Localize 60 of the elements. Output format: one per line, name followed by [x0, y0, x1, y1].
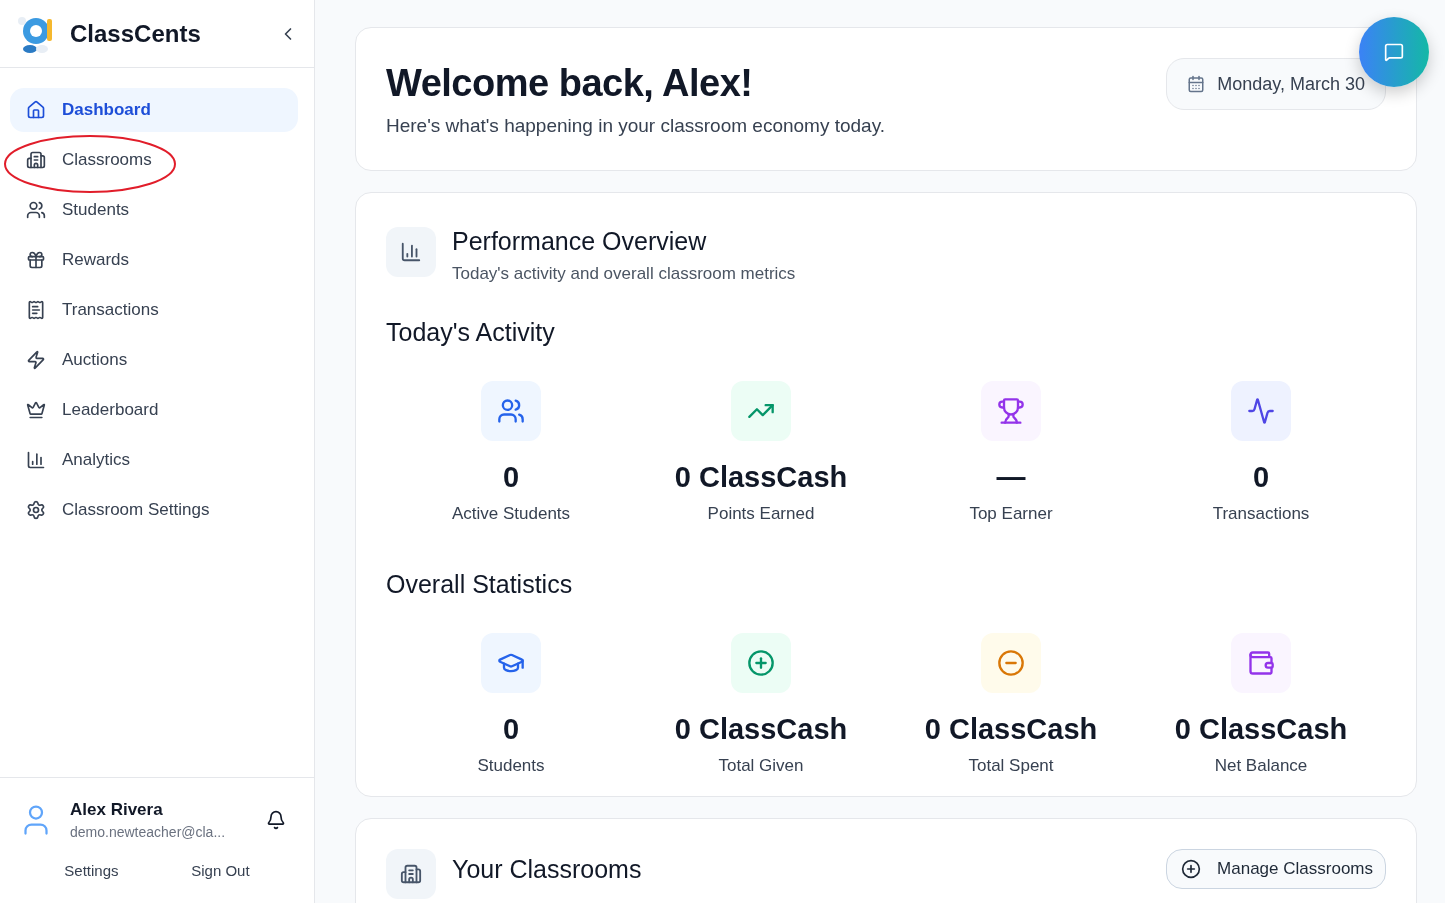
- settings-icon: [26, 500, 46, 520]
- bar-chart-icon: [26, 450, 46, 470]
- nav-item[interactable]: Students: [10, 188, 298, 232]
- nav-item[interactable]: Classrooms: [10, 138, 298, 182]
- footer-link[interactable]: Settings: [64, 862, 119, 879]
- stat-value: 0 ClassCash: [674, 461, 848, 494]
- stat-label: Net Balance: [1214, 756, 1308, 776]
- users-icon: [497, 397, 525, 425]
- date-chip: Monday, March 30: [1166, 58, 1386, 110]
- user-email: demo.newteacher@cla...: [70, 824, 227, 840]
- user-name: Alex Rivera: [70, 800, 164, 820]
- plus-circle-icon: [1181, 859, 1202, 879]
- building-icon: [26, 150, 46, 170]
- stat-label: Total Given: [718, 756, 804, 776]
- section-subtitle: Today's activity and overall classroom metrics: [452, 264, 796, 284]
- stat-label: Top Earner: [969, 504, 1053, 524]
- stat-value: 0: [1252, 461, 1270, 494]
- activity-icon: [1247, 397, 1275, 425]
- chat-icon: [1384, 42, 1404, 62]
- nav-item[interactable]: Classroom Settings: [10, 488, 298, 532]
- nav-item[interactable]: Analytics: [10, 438, 298, 482]
- wallet-icon: [1247, 649, 1275, 677]
- notification-bell-icon[interactable]: [266, 810, 286, 830]
- building-icon: [400, 863, 422, 885]
- nav-item[interactable]: Leaderboard: [10, 388, 298, 432]
- stat-label: Transactions: [1212, 504, 1310, 524]
- footer-link[interactable]: Sign Out: [191, 862, 250, 879]
- calendar-icon: [1187, 75, 1206, 93]
- stat-value: 0 ClassCash: [674, 713, 848, 746]
- manage-classrooms-button[interactable]: Manage Classrooms: [1166, 849, 1386, 889]
- stat-value: 0 ClassCash: [1174, 713, 1348, 746]
- welcome-title: Welcome back, Alex!: [386, 61, 754, 105]
- section-title: Performance Overview: [452, 227, 708, 256]
- bar-chart-icon: [400, 241, 422, 263]
- stat-label: Active Students: [451, 504, 571, 524]
- nav-item[interactable]: Rewards: [10, 238, 298, 282]
- stat-value: 0 ClassCash: [924, 713, 1098, 746]
- minus-circle-icon: [997, 649, 1025, 677]
- stat-value: 0: [502, 461, 520, 494]
- brand-name: ClassCents: [70, 19, 202, 48]
- nav-item[interactable]: Auctions: [10, 338, 298, 382]
- subsection-title: Today's Activity: [386, 318, 556, 347]
- welcome-subtitle: Here's what's happening in your classroom economy today.: [386, 114, 887, 137]
- stat-label: Points Earned: [707, 504, 815, 524]
- subsection-title: Overall Statistics: [386, 570, 574, 599]
- stat-label: Total Spent: [968, 756, 1054, 776]
- stat-label: Students: [477, 756, 545, 776]
- nav-item[interactable]: Transactions: [10, 288, 298, 332]
- section-title: Your Classrooms: [452, 855, 642, 884]
- plus-circle-icon: [747, 649, 775, 677]
- users-icon: [26, 200, 46, 220]
- home-icon: [26, 100, 46, 120]
- gift-icon: [26, 250, 46, 270]
- crown-icon: [26, 400, 46, 420]
- trophy-icon: [997, 397, 1025, 425]
- stat-value: 0: [502, 713, 520, 746]
- stat-value: —: [996, 461, 1026, 494]
- receipt-icon: [26, 300, 46, 320]
- lightning-icon: [26, 350, 46, 370]
- nav-item[interactable]: Dashboard: [10, 88, 298, 132]
